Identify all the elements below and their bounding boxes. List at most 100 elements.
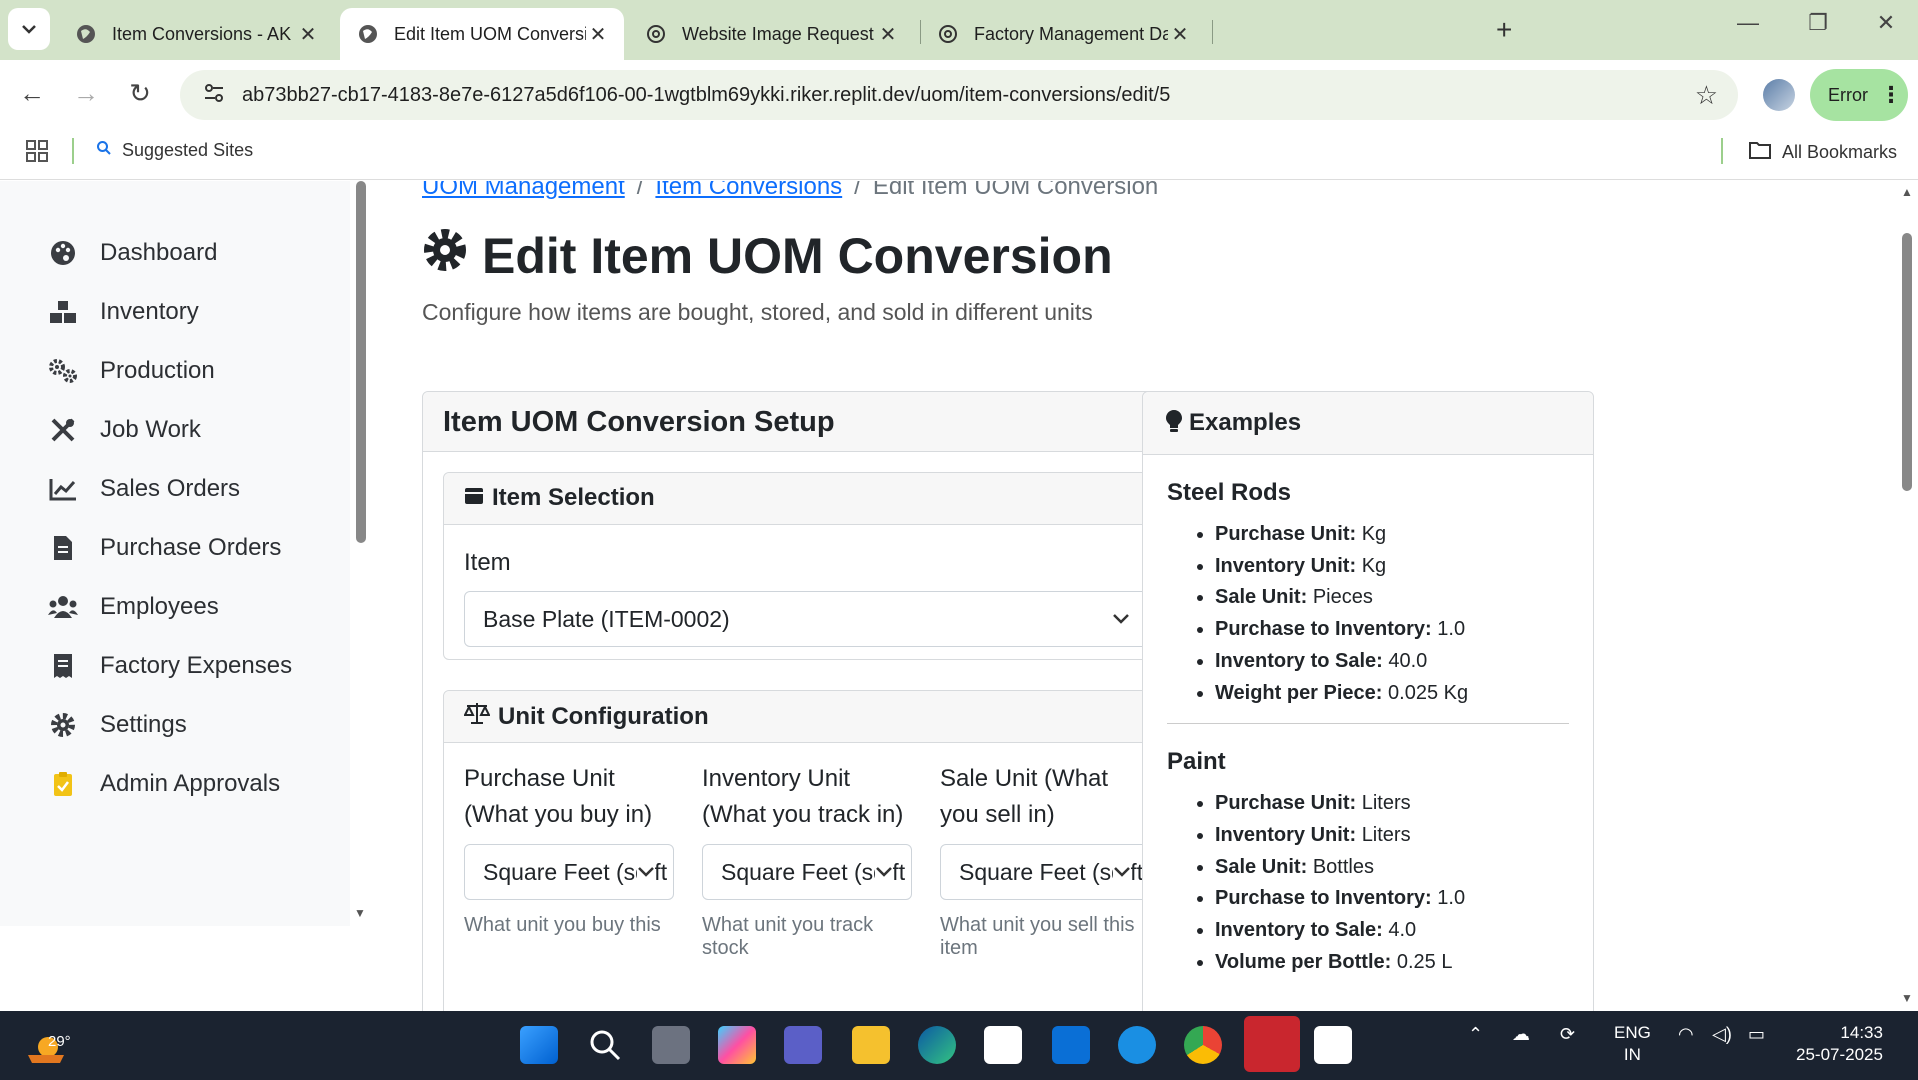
back-arrow-icon[interactable]: ← — [14, 78, 50, 109]
scroll-down-arrow-icon[interactable]: ▼ — [1901, 991, 1913, 1005]
sidebar-item-purchase-orders[interactable]: Purchase Orders — [48, 528, 281, 568]
sidebar-item-employees[interactable]: Employees — [48, 587, 219, 627]
weather-temp: 29° — [48, 1033, 71, 1050]
scroll-up-arrow-icon[interactable]: ▲ — [1901, 185, 1913, 199]
forward-arrow-icon[interactable]: → — [68, 78, 104, 109]
snipping-tool-icon[interactable] — [1314, 1026, 1352, 1064]
volume-icon[interactable]: ◁) — [1712, 1024, 1732, 1045]
chevron-up-icon[interactable]: ⌃ — [1468, 1024, 1483, 1045]
tab-title: Factory Management Data — [974, 23, 1168, 44]
windows-start-icon[interactable] — [520, 1026, 558, 1064]
sidebar-item-dashboard[interactable]: Dashboard — [48, 233, 217, 273]
star-bookmark-icon[interactable]: ☆ — [1695, 80, 1718, 111]
inventory-unit-group: Inventory Unit (What you track in) Squar… — [702, 761, 912, 960]
breadcrumb-separator: / — [854, 181, 861, 200]
tab-item-conversions[interactable]: Item Conversions - AK Innovatio ✕ — [58, 8, 334, 60]
restore-icon[interactable]: ❐ — [1798, 10, 1838, 36]
clock-date: 25-07-2025 — [1796, 1045, 1883, 1064]
sidebar-item-settings[interactable]: Settings — [48, 705, 187, 745]
scroll-down-arrow-icon[interactable]: ▼ — [354, 906, 366, 920]
main-scroll-thumb[interactable] — [1902, 233, 1912, 491]
breadcrumb-item-conversions[interactable]: Item Conversions — [655, 181, 842, 200]
sidebar-item-sales-orders[interactable]: Sales Orders — [48, 469, 240, 509]
address-bar[interactable]: ab73bb27-cb17-4183-8e7e-6127a5d6f106-00-… — [180, 70, 1738, 120]
error-button[interactable]: Error ⋮ — [1810, 69, 1908, 121]
all-bookmarks-button[interactable]: All Bookmarks — [1748, 140, 1897, 165]
myhp-icon[interactable] — [1052, 1026, 1090, 1064]
close-icon[interactable]: ✕ — [876, 22, 900, 47]
list-item: Inventory Unit: Kg — [1215, 551, 1569, 583]
sidebar-scroll-thumb[interactable] — [356, 181, 366, 543]
close-icon[interactable]: ✕ — [586, 22, 610, 47]
sidebar-item-factory-expenses[interactable]: Factory Expenses — [48, 646, 292, 686]
close-icon[interactable]: ✕ — [296, 22, 320, 47]
page-title-text: Edit Item UOM Conversion — [482, 228, 1113, 284]
profile-avatar[interactable] — [1763, 79, 1795, 111]
region-code: IN — [1623, 1045, 1641, 1064]
list-item: Purchase to Inventory: 1.0 — [1215, 883, 1569, 915]
unit-config-title: Unit Configuration — [498, 702, 709, 730]
clock[interactable]: 14:33 25-07-2025 — [1796, 1022, 1883, 1066]
file-explorer-icon[interactable] — [852, 1026, 890, 1064]
sidebar-item-job-work[interactable]: Job Work — [48, 410, 201, 450]
sidebar-item-label: Job Work — [100, 416, 201, 443]
sidebar-scrollbar[interactable]: ▼ — [352, 181, 370, 926]
language-indicator[interactable]: ENG IN — [1614, 1022, 1651, 1066]
divider — [1167, 723, 1569, 725]
apps-grid-icon[interactable] — [26, 140, 48, 168]
sidebar-item-production[interactable]: Production — [48, 351, 215, 391]
search-icon[interactable] — [586, 1026, 624, 1064]
site-info-icon[interactable] — [194, 83, 234, 108]
opera-icon[interactable] — [1244, 1016, 1300, 1072]
inventory-unit-help: What unit you track stock — [702, 914, 874, 959]
sale-unit-select[interactable]: Square Feet (sq.ft — [940, 844, 1150, 900]
tab-factory-management-data[interactable]: Factory Management Data ✕ — [920, 8, 1206, 60]
sidebar-item-label: Production — [100, 357, 215, 384]
purchase-unit-select[interactable]: Square Feet (sq.ft — [464, 844, 674, 900]
example-name: Steel Rods — [1167, 479, 1292, 506]
new-tab-plus-icon[interactable]: + — [1496, 14, 1512, 46]
tab-edit-item-uom[interactable]: Edit Item UOM Conversion - AK ✕ — [340, 8, 624, 60]
minimize-icon[interactable]: — — [1728, 10, 1768, 36]
task-view-icon[interactable] — [652, 1026, 690, 1064]
file-invoice-icon — [48, 535, 78, 561]
examples-header: Examples — [1143, 392, 1593, 455]
tab-website-image-request[interactable]: Website Image Request ✕ — [628, 8, 914, 60]
tab-search-button[interactable] — [8, 8, 50, 50]
sidebar: Dashboard Inventory Production Job Work … — [0, 181, 350, 926]
sync-icon[interactable]: ⟳ — [1560, 1024, 1575, 1045]
item-select-value: Base Plate (ITEM-0002) — [483, 605, 730, 632]
breadcrumb-current: Edit Item UOM Conversion — [872, 181, 1159, 200]
onedrive-icon[interactable]: ☁ — [1512, 1024, 1530, 1045]
sidebar-item-admin-approvals[interactable]: Admin Approvals — [48, 764, 280, 804]
wifi-icon[interactable]: ◠ — [1678, 1024, 1694, 1045]
setup-card-header: Item UOM Conversion Setup — [423, 392, 1189, 452]
sidebar-item-label: Admin Approvals — [100, 770, 281, 797]
store-icon[interactable] — [984, 1026, 1022, 1064]
chevron-down-icon — [22, 25, 36, 34]
item-selection-card: Item Selection Item Base Plate (ITEM-000… — [443, 472, 1170, 660]
inventory-unit-select[interactable]: Square Feet (sq.ft — [702, 844, 912, 900]
tab-title: Item Conversions - AK Innovatio — [112, 23, 296, 44]
battery-icon[interactable]: ▭ — [1748, 1024, 1765, 1045]
sidebar-item-inventory[interactable]: Inventory — [48, 292, 199, 332]
teams-icon[interactable] — [784, 1026, 822, 1064]
chrome-icon[interactable] — [1184, 1026, 1222, 1064]
gears-icon — [48, 358, 78, 384]
list-item: Inventory to Sale: 4.0 — [1215, 915, 1569, 947]
tab-title: Edit Item UOM Conversion - AK — [394, 23, 586, 44]
receipt-icon — [48, 653, 78, 679]
suggested-sites-bookmark[interactable]: Suggested Sites — [96, 140, 253, 161]
unit-config-card: Unit Configuration Purchase Unit (What y… — [443, 690, 1170, 1011]
edge-icon[interactable] — [918, 1026, 956, 1064]
help-icon[interactable] — [1118, 1026, 1156, 1064]
item-select[interactable]: Base Plate (ITEM-0002) — [464, 591, 1149, 647]
item-selection-header: Item Selection — [444, 473, 1169, 525]
breadcrumb-uom-management[interactable]: UOM Management — [422, 181, 625, 200]
list-item: Sale Unit: Pieces — [1215, 582, 1569, 614]
copilot-icon[interactable] — [718, 1026, 756, 1064]
reload-icon[interactable]: ↻ — [122, 78, 158, 109]
close-window-icon[interactable]: ✕ — [1866, 10, 1906, 36]
close-icon[interactable]: ✕ — [1168, 22, 1192, 47]
main-scrollbar[interactable]: ▲ ▼ — [1896, 181, 1918, 1011]
